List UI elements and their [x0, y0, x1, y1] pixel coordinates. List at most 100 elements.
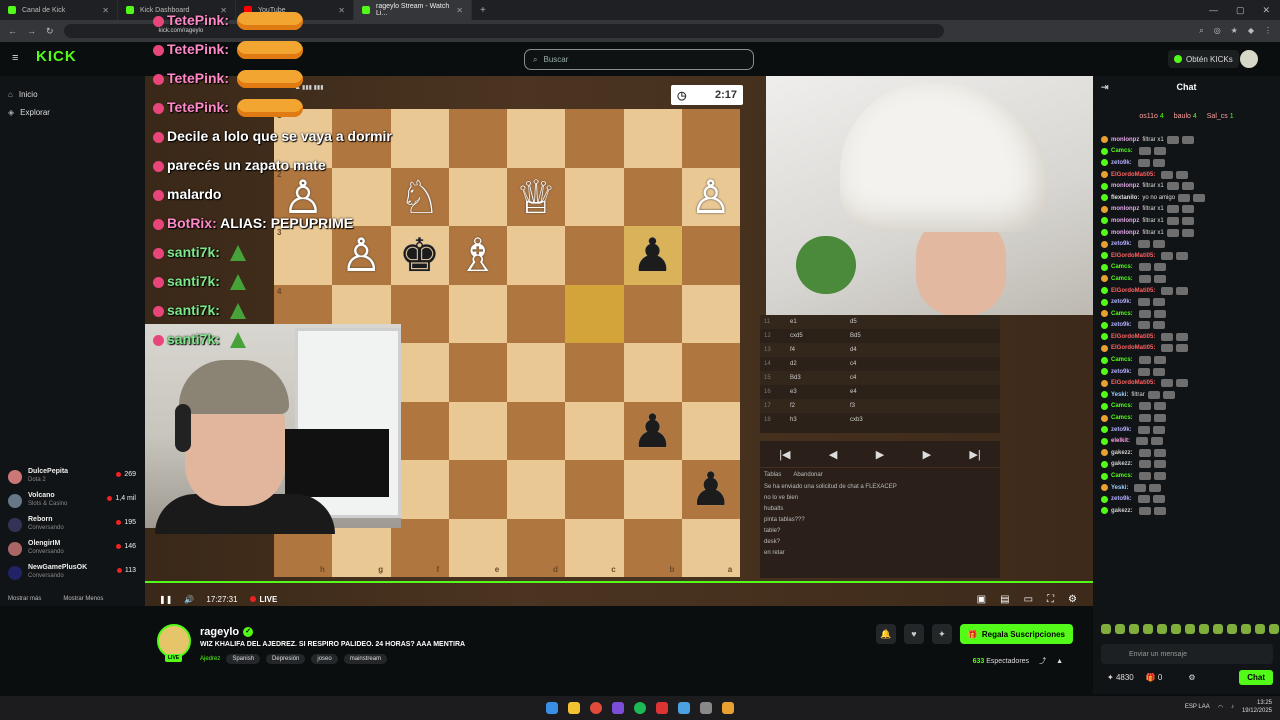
chat-username[interactable]: Camcs: [1111, 311, 1133, 317]
board-square[interactable] [623, 343, 682, 402]
notification-bell-icon[interactable]: 🔔 [875, 624, 896, 644]
move-row[interactable]: 17 f2 f3 [760, 399, 1000, 413]
chat-message[interactable]: ElGordoMati05: [1101, 331, 1280, 343]
chat-username[interactable]: zeto9k: [1111, 322, 1132, 328]
draw-offer-button[interactable]: Tablas [764, 472, 781, 478]
chat-message[interactable]: Camcs: [1101, 262, 1280, 274]
chat-message[interactable]: ElGordoMati05: [1101, 250, 1280, 262]
chat-username[interactable]: monlonpz [1111, 183, 1139, 189]
board-square[interactable] [448, 343, 507, 402]
kicks-gift-icon[interactable]: ✦ [931, 624, 952, 644]
board-square[interactable] [448, 284, 507, 343]
chess-piece[interactable]: ♙ [682, 168, 740, 226]
start-icon[interactable] [546, 702, 558, 714]
new-tab-button[interactable]: + [472, 5, 494, 16]
chat-username[interactable]: gakezz: [1111, 508, 1133, 514]
settings-gear-icon[interactable]: ⚙ [1068, 594, 1077, 605]
board-square[interactable] [448, 109, 507, 168]
white-move[interactable]: Bd3 [790, 375, 834, 381]
chat-username[interactable]: zeto9k: [1111, 427, 1132, 433]
follow-heart-icon[interactable]: ♥ [903, 624, 924, 644]
pause-icon[interactable]: ❚❚ [159, 595, 172, 604]
board-square[interactable] [565, 460, 624, 519]
fullscreen-icon[interactable]: ⛶ [1047, 594, 1054, 605]
system-clock[interactable]: 13:25 19/12/2025 [1242, 699, 1272, 715]
bookmark-star-icon[interactable]: ★ [1231, 26, 1238, 36]
chat-message[interactable]: monlonpz filtrar x1 [1101, 134, 1280, 146]
close-tab-icon[interactable]: ✕ [338, 6, 345, 15]
chat-username[interactable]: Camcs: [1111, 415, 1133, 421]
chat-username[interactable]: zeto9k: [1111, 160, 1132, 166]
close-tab-icon[interactable]: ✕ [456, 6, 463, 15]
board-square[interactable] [565, 284, 624, 343]
chat-message[interactable]: Camcs: [1101, 412, 1280, 424]
user-avatar[interactable] [1240, 50, 1258, 68]
kick-logo[interactable]: KICK [36, 48, 77, 65]
chat-message[interactable]: monlonpz filtrar x1 [1101, 215, 1280, 227]
chat-message[interactable]: monlonpz filtrar x1 [1101, 204, 1280, 216]
chat-message[interactable]: Camcs: [1101, 146, 1280, 158]
board-square[interactable] [448, 460, 507, 519]
minimize-icon[interactable]: — [1209, 5, 1218, 16]
play-icon[interactable]: ▶ [876, 448, 884, 461]
sidebar-channel[interactable]: OlengirIM Conversando 146 [8, 540, 136, 562]
leaderboard-entry[interactable]: baulo 4 [1174, 113, 1197, 120]
eye-off-icon[interactable]: ◎ [1214, 26, 1221, 36]
move-row[interactable]: 14 d2 c4 [760, 357, 1000, 371]
emote-icon[interactable] [1227, 624, 1237, 634]
board-square[interactable] [448, 401, 507, 460]
chat-username[interactable]: monlonpz [1111, 218, 1139, 224]
chat-username[interactable]: Camcs: [1111, 403, 1133, 409]
theater-icon[interactable]: ▤ [1000, 594, 1009, 605]
nav-home[interactable]: ⌂ Inicio [8, 90, 38, 99]
chat-message[interactable]: ElGordoMati05: [1101, 377, 1280, 389]
board-square[interactable] [681, 109, 740, 168]
chat-message[interactable]: ElGordoMati05: [1101, 169, 1280, 181]
chat-message[interactable]: Camcs: [1101, 470, 1280, 482]
chat-message[interactable]: Camcs: [1101, 308, 1280, 320]
chat-username[interactable]: gakezz: [1111, 450, 1133, 456]
chess-piece[interactable]: ♕ [507, 168, 565, 226]
chat-username[interactable]: monlonpz [1111, 206, 1139, 212]
chess-piece[interactable]: ♗ [449, 226, 507, 284]
chat-message[interactable]: zeto9k: [1101, 424, 1280, 436]
emote-icon[interactable] [1101, 624, 1111, 634]
chat-message[interactable]: elelkit: [1101, 435, 1280, 447]
streamer-name[interactable]: rageylo [200, 626, 239, 638]
board-square[interactable] [565, 167, 624, 226]
chat-username[interactable]: Camcs: [1111, 276, 1133, 282]
chat-username[interactable]: ElGordoMati05: [1111, 288, 1155, 294]
chat-message[interactable]: Camcs: [1101, 354, 1280, 366]
board-square[interactable] [565, 343, 624, 402]
sidebar-channel[interactable]: DulcePepita Dota 2 269 [8, 468, 136, 490]
chat-username[interactable]: zeto9k: [1111, 299, 1132, 305]
tag-pill[interactable]: joseo [311, 654, 338, 664]
category-link[interactable]: Ajedrez [200, 656, 220, 662]
chat-username[interactable]: zeto9k: [1111, 496, 1132, 502]
chat-username[interactable]: ElGordoMati05: [1111, 253, 1155, 259]
first-move-icon[interactable]: |◀ [779, 448, 790, 461]
tag-pill[interactable]: mainstream [343, 654, 388, 664]
black-move[interactable]: d4 [850, 347, 857, 353]
chat-username[interactable]: Camcs: [1111, 473, 1133, 479]
board-square[interactable] [623, 167, 682, 226]
browser-tab[interactable]: Canal de Kick ✕ [0, 0, 118, 20]
chat-username[interactable]: Camcs: [1111, 357, 1133, 363]
next-move-icon[interactable]: ▶ [923, 448, 931, 461]
board-square[interactable] [623, 109, 682, 168]
forward-icon[interactable]: → [27, 26, 36, 36]
chat-username[interactable]: gakezz: [1111, 461, 1133, 467]
black-move[interactable]: f3 [850, 403, 855, 409]
spotify-icon[interactable] [634, 702, 646, 714]
chat-username[interactable]: zeto9k: [1111, 369, 1132, 375]
board-square[interactable] [507, 109, 566, 168]
chat-message[interactable]: flextanilo: yo no amigo [1101, 192, 1280, 204]
resign-button[interactable]: Abandonar [793, 472, 822, 478]
white-move[interactable]: e3 [790, 389, 834, 395]
white-move[interactable]: f2 [790, 403, 834, 409]
explorer-icon[interactable] [568, 702, 580, 714]
black-move[interactable]: c4 [850, 375, 856, 381]
chat-message[interactable]: zeto9k: [1101, 296, 1280, 308]
prev-move-icon[interactable]: ◀ [829, 448, 837, 461]
show-more-button[interactable]: Mostrar más [8, 596, 41, 602]
